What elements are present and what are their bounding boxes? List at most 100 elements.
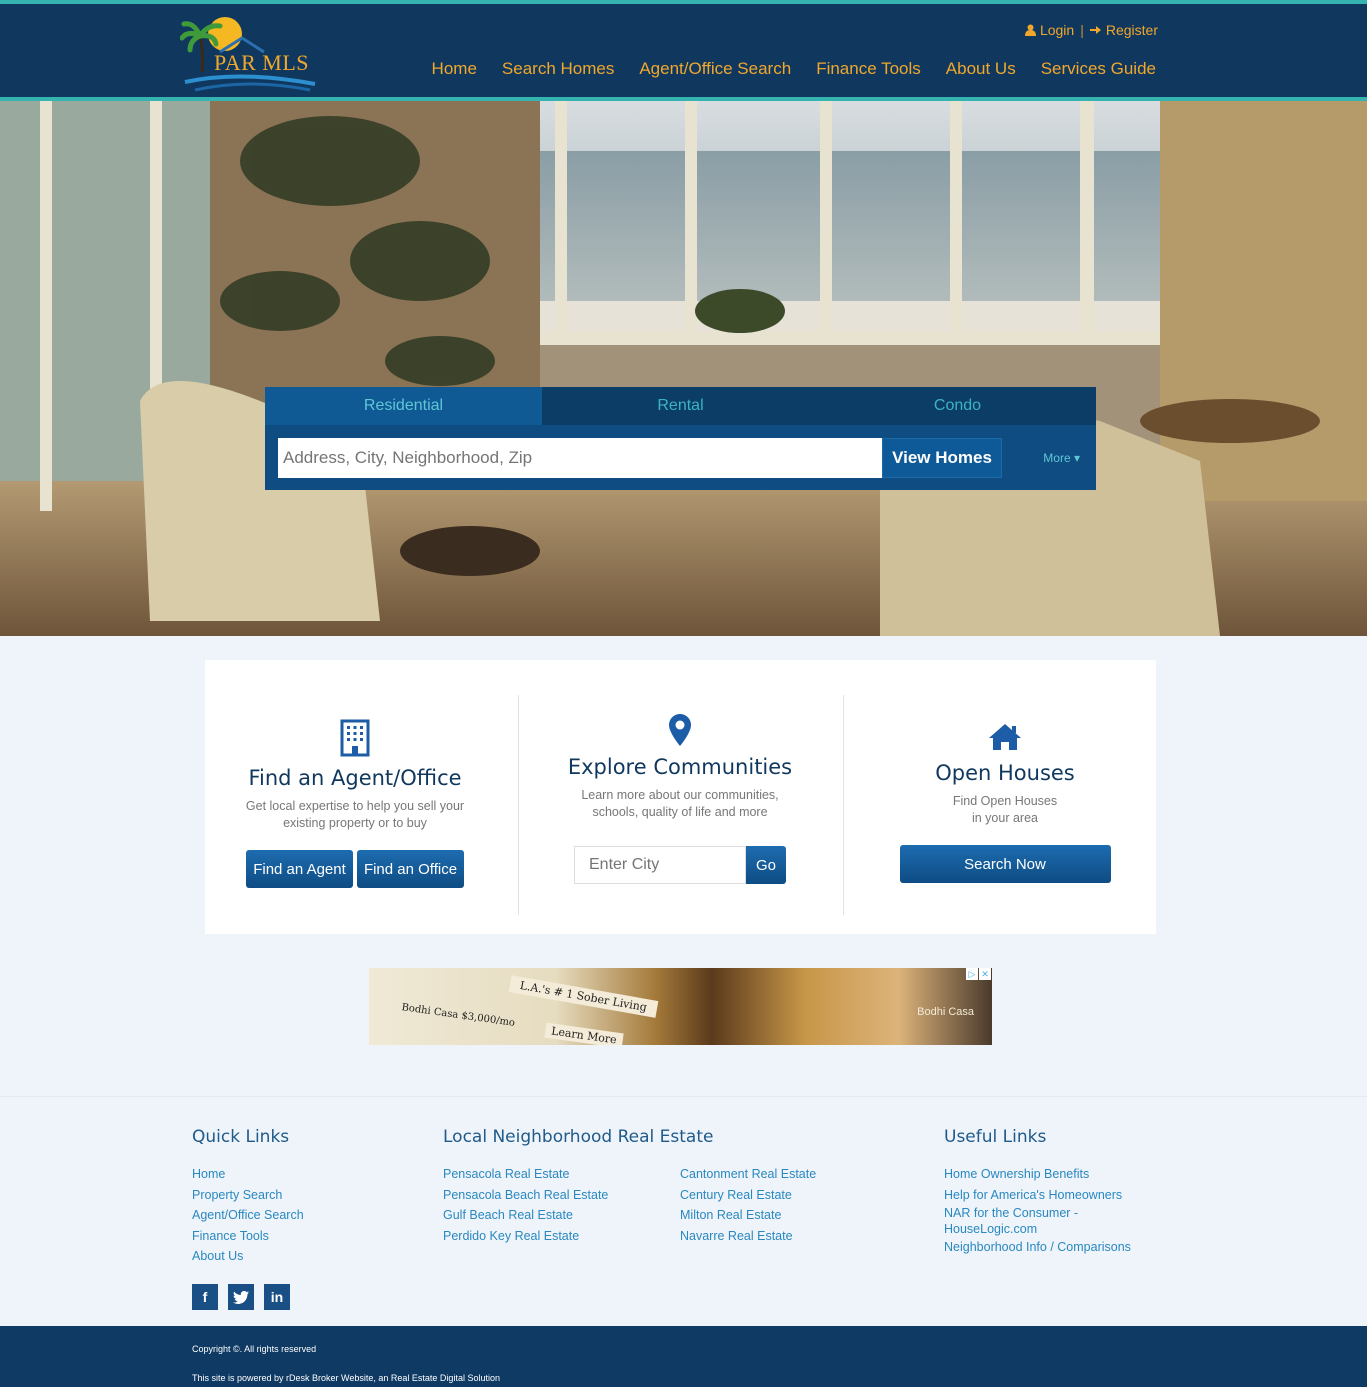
footer-link-help-homeowners[interactable]: Help for America's Homeowners xyxy=(944,1185,1144,1206)
footer-link-pensacola[interactable]: Pensacola Real Estate xyxy=(443,1164,680,1185)
agent-office-section: Find an Agent/Office Get local expertise… xyxy=(235,660,475,934)
search-tabs: Residential Rental Condo xyxy=(265,387,1096,425)
footer-link-gulf-beach[interactable]: Gulf Beach Real Estate xyxy=(443,1205,680,1226)
open-houses-title: Open Houses xyxy=(935,761,1075,785)
footer-link-navarre[interactable]: Navarre Real Estate xyxy=(680,1226,816,1247)
nar-line-2: HouseLogic.com xyxy=(944,1222,1038,1236)
footer-link-agent-office-search[interactable]: Agent/Office Search xyxy=(192,1205,304,1226)
main-nav: Home Search Homes Agent/Office Search Fi… xyxy=(432,59,1156,79)
caret-down-icon: ▾ xyxy=(1073,451,1080,465)
agent-office-desc-1: Get local expertise to help you sell you… xyxy=(245,799,465,813)
powered-by: This site is powered by rDesk Broker Web… xyxy=(192,1373,500,1383)
site-header: PAR MLS Login | Register Home Search Hom… xyxy=(0,0,1367,101)
building-icon xyxy=(340,719,370,757)
footer-links: Quick Links Home Property Search Agent/O… xyxy=(0,1096,1367,1326)
login-label: Login xyxy=(1039,22,1075,38)
login-link[interactable]: Login xyxy=(1024,22,1075,38)
footer-link-perdido-key[interactable]: Perdido Key Real Estate xyxy=(443,1226,680,1247)
sign-in-icon xyxy=(1089,26,1101,34)
search-now-button[interactable]: Search Now xyxy=(899,845,1111,883)
communities-desc-1: Learn more about our communities, xyxy=(581,788,779,802)
hero-banner: Residential Rental Condo View Homes More… xyxy=(0,101,1367,636)
user-icon xyxy=(1024,24,1036,36)
ad-price: Bodhi Casa $3,000/mo xyxy=(400,1002,516,1029)
copyright: Copyright ©. All rights reserved xyxy=(192,1344,317,1354)
register-link[interactable]: Register xyxy=(1089,22,1158,38)
local-links-col-2: Cantonment Real Estate Century Real Esta… xyxy=(680,1164,816,1246)
logo[interactable]: PAR MLS xyxy=(179,12,320,96)
ad-choices-icon[interactable]: ▷ xyxy=(966,968,978,980)
local-real-estate-title: Local Neighborhood Real Estate xyxy=(443,1127,714,1147)
local-real-estate-column: Local Neighborhood Real Estate Pensacola… xyxy=(443,1127,893,1246)
footer-link-home[interactable]: Home xyxy=(192,1164,304,1185)
agent-office-title: Find an Agent/Office xyxy=(248,766,462,790)
local-links: Pensacola Real Estate Pensacola Beach Re… xyxy=(443,1164,893,1246)
feature-panel: Find an Agent/Office Get local expertise… xyxy=(205,660,1156,934)
property-search-panel: Residential Rental Condo View Homes More… xyxy=(265,387,1096,490)
tab-residential[interactable]: Residential xyxy=(265,387,542,425)
footer-link-cantonment[interactable]: Cantonment Real Estate xyxy=(680,1164,816,1185)
view-homes-button[interactable]: View Homes xyxy=(882,438,1002,478)
separator: | xyxy=(1080,22,1084,38)
nav-search-homes[interactable]: Search Homes xyxy=(502,59,614,79)
facebook-icon[interactable]: f xyxy=(192,1284,218,1310)
register-label: Register xyxy=(1105,22,1158,38)
go-button[interactable]: Go xyxy=(746,846,786,884)
open-houses-desc-2: in your area xyxy=(971,811,1038,825)
footer-link-property-search[interactable]: Property Search xyxy=(192,1185,304,1206)
open-houses-actions: Search Now xyxy=(865,845,1145,883)
divider xyxy=(518,695,519,915)
footer-link-milton[interactable]: Milton Real Estate xyxy=(680,1205,816,1226)
useful-links-column: Useful Links Home Ownership Benefits Hel… xyxy=(944,1127,1144,1258)
nav-finance-tools[interactable]: Finance Tools xyxy=(816,59,921,79)
footer-link-finance-tools[interactable]: Finance Tools xyxy=(192,1226,304,1247)
footer-link-neighborhood-info[interactable]: Neighborhood Info / Comparisons xyxy=(944,1237,1144,1258)
footer-link-century[interactable]: Century Real Estate xyxy=(680,1185,816,1206)
footer-link-about-us[interactable]: About Us xyxy=(192,1246,304,1267)
social-links: f in xyxy=(192,1284,290,1310)
ad-brand: Bodhi Casa xyxy=(917,1006,974,1018)
open-houses-desc-1: Find Open Houses xyxy=(952,794,1058,808)
nav-services-guide[interactable]: Services Guide xyxy=(1041,59,1156,79)
local-links-col-1: Pensacola Real Estate Pensacola Beach Re… xyxy=(443,1164,680,1246)
tab-condo[interactable]: Condo xyxy=(819,387,1096,425)
city-input[interactable] xyxy=(574,846,746,884)
quick-links-title: Quick Links xyxy=(192,1127,290,1147)
nav-home[interactable]: Home xyxy=(432,59,477,79)
twitter-bird-icon xyxy=(233,1290,249,1304)
ad-learn-more[interactable]: Learn More xyxy=(544,1022,624,1045)
communities-title: Explore Communities xyxy=(567,755,793,779)
open-houses-section: Open Houses Find Open Houses in your are… xyxy=(865,660,1145,934)
communities-section: Explore Communities Learn more about our… xyxy=(535,660,825,934)
footer-link-nar-consumer[interactable]: NAR for the Consumer - HouseLogic.com xyxy=(944,1205,1144,1237)
logo-text: PAR MLS xyxy=(214,50,310,75)
quick-links-column: Quick Links Home Property Search Agent/O… xyxy=(192,1127,304,1267)
divider xyxy=(843,695,844,915)
twitter-icon[interactable] xyxy=(228,1284,254,1310)
search-input[interactable] xyxy=(278,438,882,478)
more-dropdown[interactable]: More ▾ xyxy=(1043,451,1080,465)
ad-banner[interactable]: L.A.'s # 1 Sober Living Bodhi Casa $3,00… xyxy=(369,968,992,1045)
search-row: View Homes xyxy=(278,438,1002,478)
linkedin-icon[interactable]: in xyxy=(264,1284,290,1310)
more-label: More xyxy=(1043,451,1071,465)
tab-rental[interactable]: Rental xyxy=(542,387,819,425)
nav-about-us[interactable]: About Us xyxy=(946,59,1016,79)
communities-desc-2: schools, quality of life and more xyxy=(592,805,768,819)
hero-image xyxy=(0,101,1367,636)
footer-link-home-ownership[interactable]: Home Ownership Benefits xyxy=(944,1164,1144,1185)
map-pin-icon xyxy=(669,714,691,746)
footer-bottom: Copyright ©. All rights reserved This si… xyxy=(0,1326,1367,1387)
useful-links-title: Useful Links xyxy=(944,1127,1047,1147)
nar-line-1: NAR for the Consumer - xyxy=(944,1206,1079,1220)
account-bar: Login | Register xyxy=(1024,22,1158,38)
agent-office-buttons: Find an Agent Find an Office xyxy=(235,850,475,888)
home-icon xyxy=(989,724,1021,750)
agent-office-desc-2: existing property or to buy xyxy=(283,816,427,830)
ad-headline: L.A.'s # 1 Sober Living xyxy=(508,975,659,1018)
find-agent-button[interactable]: Find an Agent xyxy=(246,850,353,888)
nav-agent-office-search[interactable]: Agent/Office Search xyxy=(639,59,791,79)
footer-link-pensacola-beach[interactable]: Pensacola Beach Real Estate xyxy=(443,1185,680,1206)
ad-close-icon[interactable]: ✕ xyxy=(979,968,991,980)
find-office-button[interactable]: Find an Office xyxy=(357,850,464,888)
